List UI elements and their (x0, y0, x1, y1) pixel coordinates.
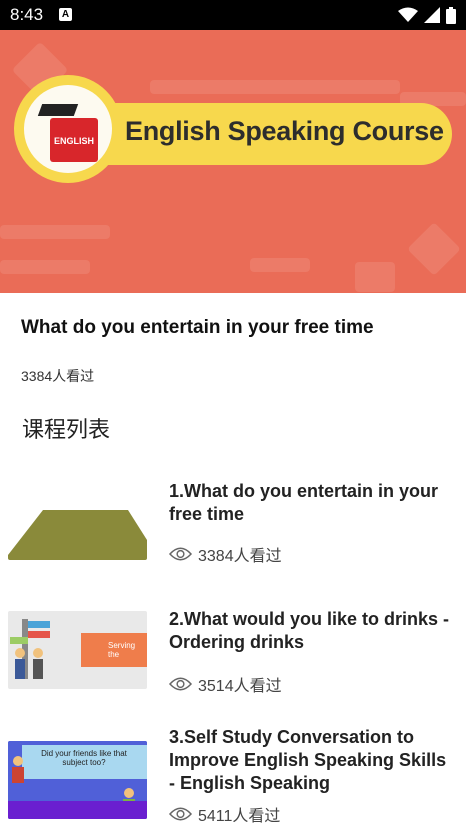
lesson-thumbnail (8, 510, 147, 560)
eye-icon (169, 807, 192, 821)
battery-icon (446, 6, 456, 24)
graduation-cap-icon (37, 104, 79, 116)
thumbnail-caption: Did your friends like that subject too? (41, 749, 127, 767)
banner-logo-text: ENGLISH (53, 136, 94, 146)
banner-title: English Speaking Course (125, 116, 444, 146)
lesson-item[interactable]: Did your friends like that subject too? … (0, 720, 466, 828)
notification-icon: A (59, 8, 72, 21)
lesson-views-count: 3514人看过 (198, 678, 282, 695)
banner-decoration (407, 222, 461, 276)
lesson-views: 5411人看过 (169, 804, 281, 825)
lesson-views: 3514人看过 (169, 674, 282, 695)
lesson-item[interactable]: Serving the 2.What would you like to dri… (0, 600, 466, 710)
course-title: What do you entertain in your free time (21, 317, 374, 338)
lesson-item[interactable]: 1.What do you entertain in your free tim… (0, 470, 466, 580)
status-icons (398, 5, 456, 25)
lesson-title: 3.Self Study Conversation to Improve Eng… (169, 727, 447, 793)
eye-icon (169, 677, 192, 691)
banner-decoration (250, 258, 310, 272)
lesson-title: 2.What would you like to drinks - Orderi… (169, 609, 450, 652)
signal-icon (424, 7, 440, 23)
eye-icon (169, 547, 192, 561)
lesson-list-title: 课程列表 (22, 417, 111, 442)
thumbnail-caption: Serving the (108, 641, 136, 659)
lesson-thumbnail: Did your friends like that subject too? (8, 741, 147, 819)
lesson-title: 1.What do you entertain in your free tim… (169, 481, 439, 524)
banner-decoration (355, 262, 395, 292)
banner-decoration (150, 80, 400, 94)
status-time: 8:43 (10, 5, 44, 24)
wifi-icon (398, 7, 418, 22)
lesson-views: 3384人看过 (169, 544, 282, 565)
lesson-views-count: 3384人看过 (198, 548, 282, 565)
thumbnail-image (8, 510, 147, 560)
lesson-views-count: 5411人看过 (198, 808, 281, 825)
status-bar: 8:43 A (0, 0, 466, 30)
course-views: 3384人看过 (21, 368, 95, 384)
banner-decoration (0, 260, 90, 274)
lesson-thumbnail: Serving the (8, 611, 147, 689)
banner-decoration (0, 225, 110, 239)
